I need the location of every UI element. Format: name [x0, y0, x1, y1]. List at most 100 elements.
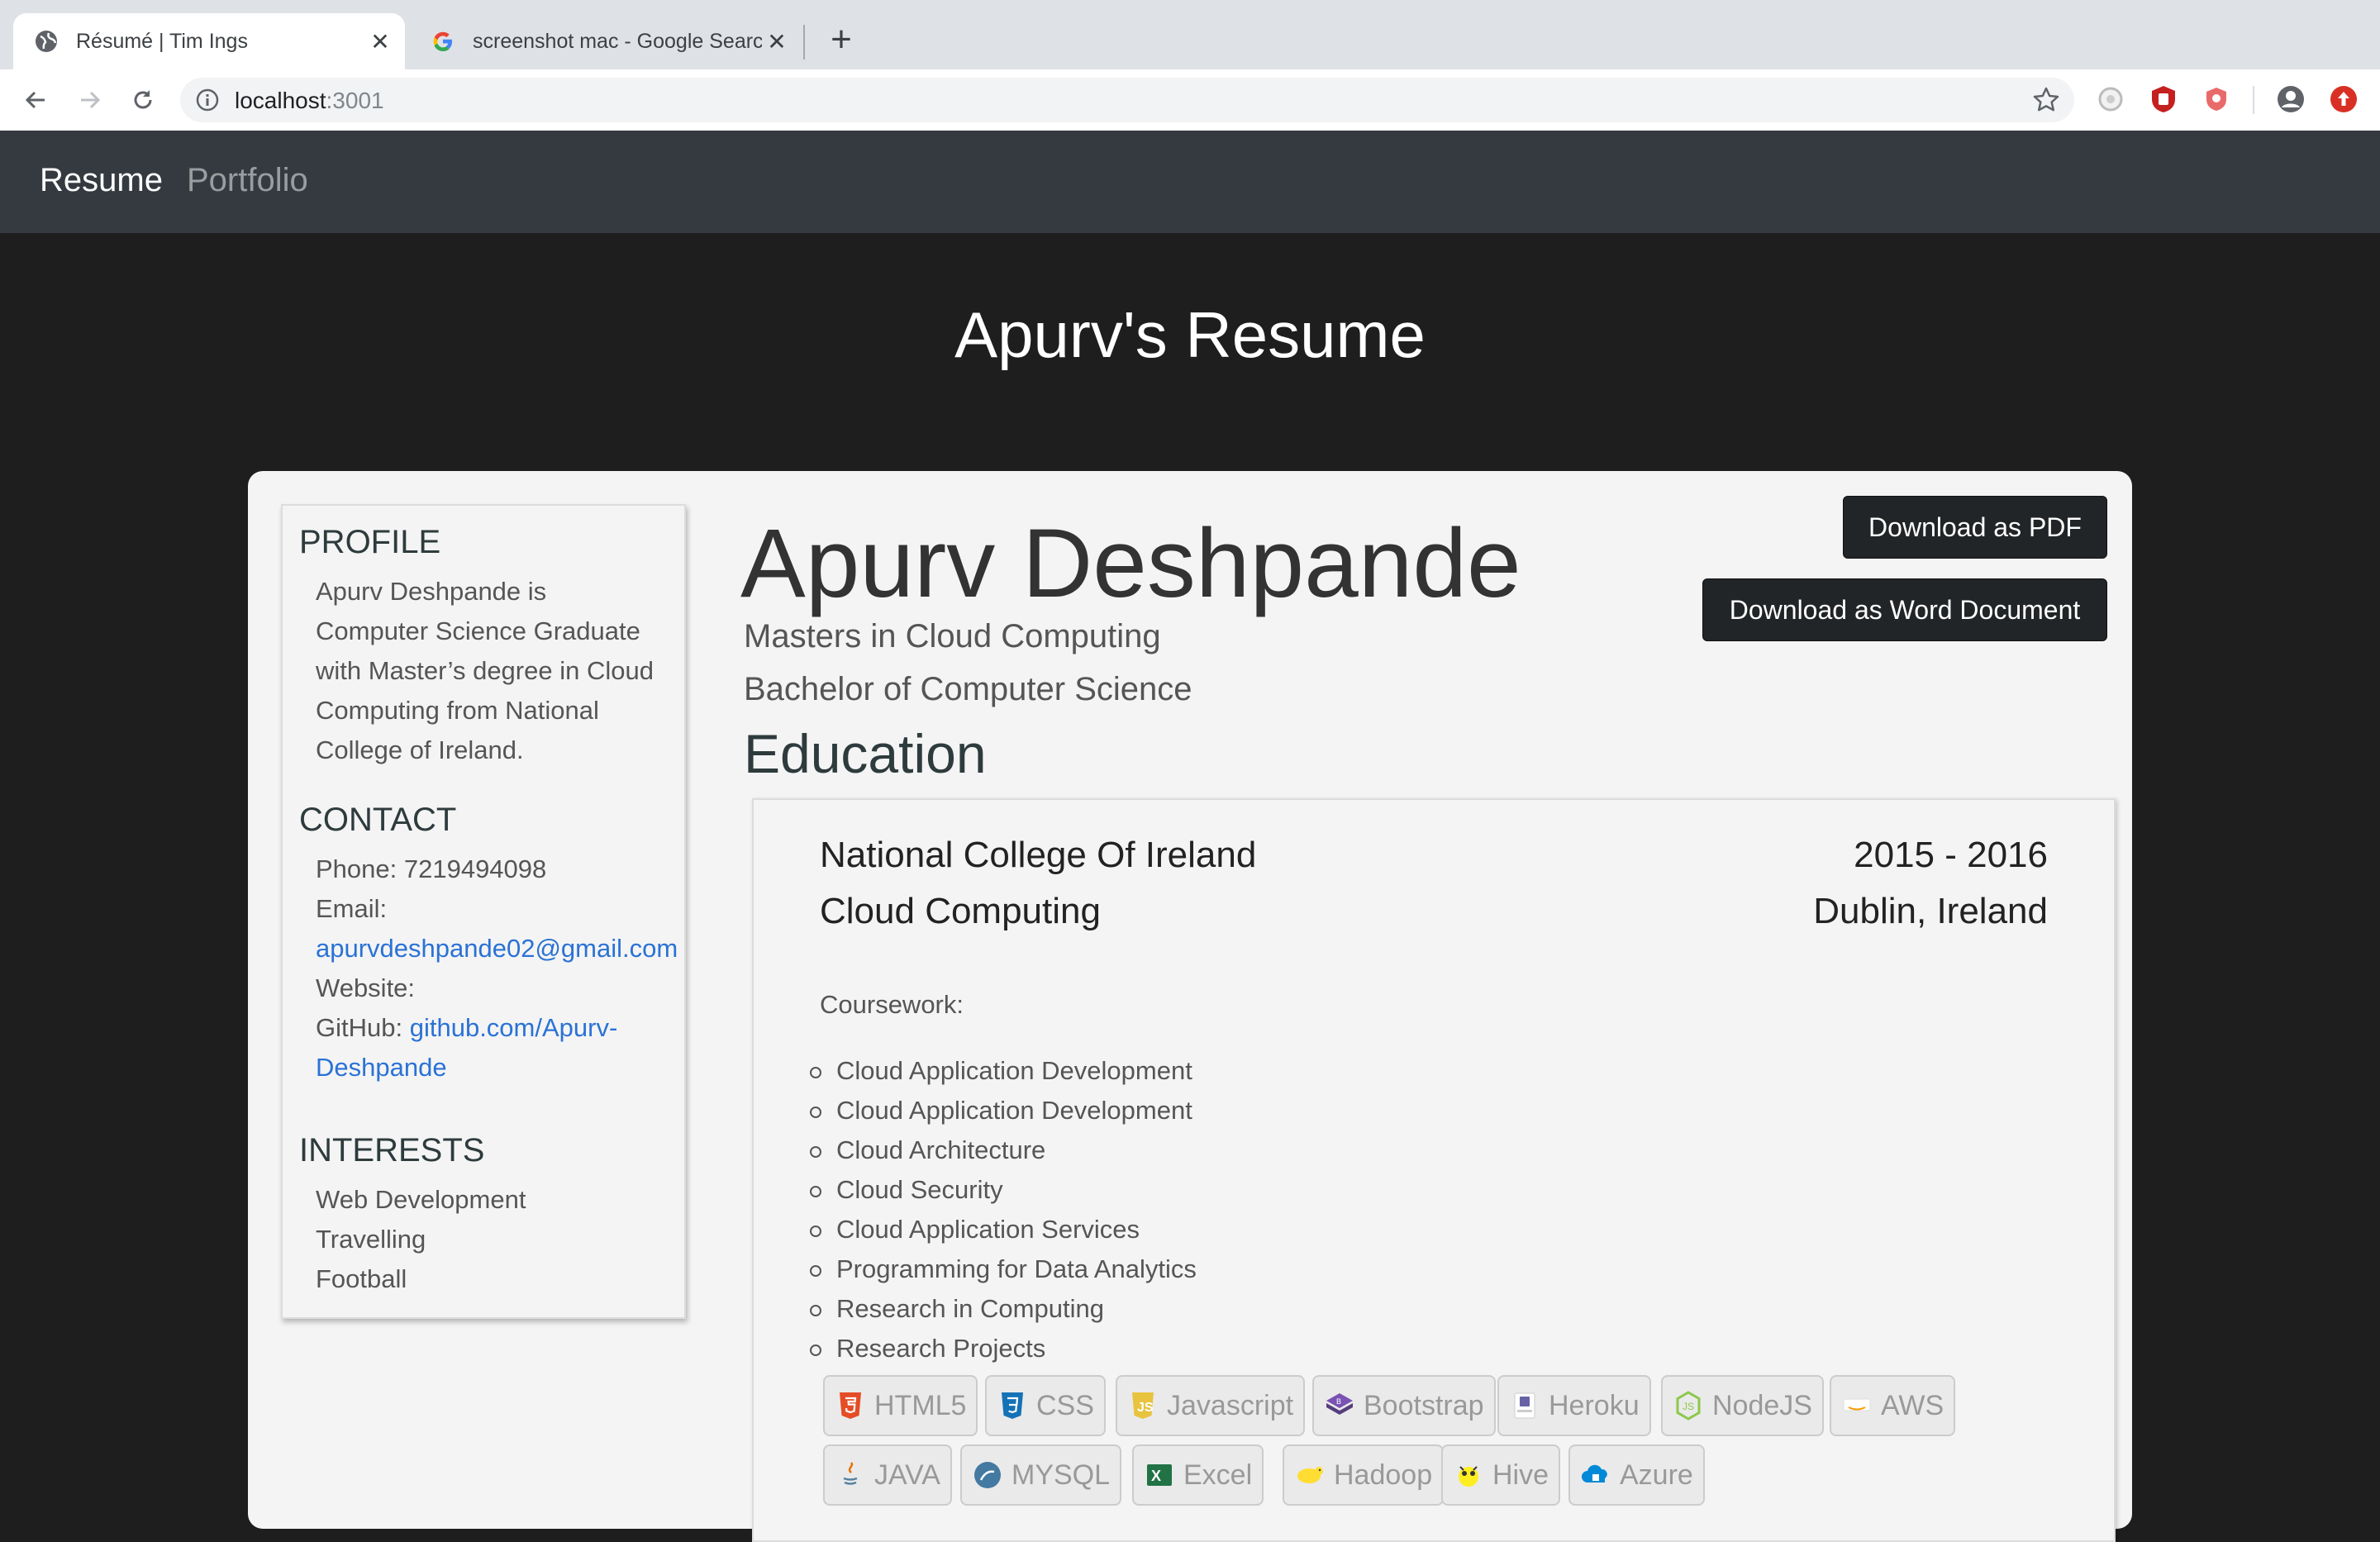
- close-tab-icon[interactable]: ✕: [762, 26, 792, 56]
- course-item: Cloud Application Development: [803, 1051, 1197, 1091]
- forward-arrow-icon[interactable]: [71, 81, 109, 119]
- azure-icon: [1580, 1459, 1611, 1491]
- bootstrap-icon: B: [1324, 1390, 1355, 1421]
- contact-website-label: Website:: [316, 973, 416, 1002]
- skill-badge-mysql: MYSQL: [960, 1444, 1122, 1506]
- nav-link-portfolio[interactable]: Portfolio: [187, 162, 308, 199]
- interests-heading: INTERESTS: [299, 1132, 485, 1168]
- privacy-shield-icon[interactable]: [2200, 83, 2233, 116]
- reload-icon[interactable]: [124, 81, 162, 119]
- resume-card: PROFILE Apurv Deshpande is Computer Scie…: [248, 471, 2132, 1542]
- profile-heading: PROFILE: [299, 524, 441, 560]
- address-bar[interactable]: localhost:3001: [180, 78, 2074, 122]
- site-info-icon[interactable]: [193, 86, 221, 114]
- contact-phone: Phone: 7219494098: [316, 854, 547, 883]
- course-list: Cloud Application Development Cloud Appl…: [803, 1051, 1197, 1368]
- css3-icon: [997, 1390, 1028, 1421]
- education-years: 2015 - 2016: [1854, 835, 2048, 875]
- skill-badge-nodejs: JS NodeJS: [1661, 1375, 1824, 1436]
- url-host: localhost: [235, 88, 326, 113]
- candidate-name: Apurv Deshpande: [740, 509, 1521, 618]
- skill-label: Excel: [1183, 1459, 1253, 1491]
- update-arrow-icon[interactable]: [2327, 83, 2360, 116]
- profile-avatar-icon[interactable]: [2274, 83, 2307, 116]
- skill-label: MYSQL: [1011, 1459, 1111, 1491]
- skill-badge-heroku: Heroku: [1497, 1375, 1651, 1436]
- course-item: Research Projects: [803, 1329, 1197, 1368]
- profile-line: Computing from National: [316, 696, 599, 725]
- site-navbar: Resume Portfolio: [0, 131, 2380, 233]
- contact-email-link[interactable]: apurvdeshpande02@gmail.com: [316, 929, 678, 969]
- nodejs-icon: JS: [1673, 1390, 1704, 1421]
- program-name: Cloud Computing: [820, 891, 1101, 931]
- education-entry: National College Of Ireland 2015 - 2016 …: [752, 798, 2116, 1542]
- svg-text:B: B: [1336, 1397, 1341, 1406]
- download-word-button[interactable]: Download as Word Document: [1702, 578, 2107, 641]
- skill-badge-javascript: JS Javascript: [1116, 1375, 1306, 1436]
- browser-tab-google[interactable]: screenshot mac - Google Searc ✕: [410, 13, 802, 69]
- globe-icon: [33, 28, 60, 55]
- hadoop-icon: [1294, 1459, 1326, 1491]
- github-link-continued[interactable]: Deshpande: [316, 1048, 447, 1087]
- skill-badge-hadoop: Hadoop: [1283, 1444, 1445, 1506]
- skill-badge-azure: Azure: [1568, 1444, 1705, 1506]
- bookmark-star-icon[interactable]: [2031, 85, 2061, 115]
- java-icon: [835, 1459, 866, 1491]
- ublock-shield-icon[interactable]: [2147, 83, 2180, 116]
- profile-line: Apurv Deshpande is: [316, 577, 547, 606]
- skill-badge-java: JAVA: [823, 1444, 952, 1506]
- nav-link-resume[interactable]: Resume: [40, 162, 163, 199]
- skill-label: Azure: [1620, 1459, 1693, 1491]
- profile-line: with Master’s degree in Cloud: [316, 656, 654, 685]
- tab-title: Résumé | Tim Ings: [76, 29, 248, 53]
- contact-email-label: Email:: [316, 894, 388, 923]
- toolbar-divider: [2253, 86, 2254, 114]
- svg-text:JS: JS: [1683, 1401, 1694, 1412]
- url-port: :3001: [326, 88, 384, 113]
- contact-github: GitHub: github.com/Apurv-: [316, 1008, 617, 1048]
- interest-item: Web Development: [316, 1185, 526, 1214]
- skill-badge-css: CSS: [985, 1375, 1106, 1436]
- google-icon: [430, 28, 456, 55]
- new-tab-plus-icon[interactable]: +: [823, 19, 859, 59]
- address-url: localhost:3001: [235, 88, 384, 114]
- course-item: Cloud Architecture: [803, 1130, 1197, 1170]
- degree-bachelors: Bachelor of Computer Science: [744, 671, 1192, 707]
- course-item: Research in Computing: [803, 1289, 1197, 1329]
- svg-text:JS: JS: [1137, 1401, 1154, 1415]
- skill-label: HTML5: [874, 1389, 967, 1421]
- browser-tab-resume[interactable]: Résumé | Tim Ings ✕: [13, 13, 405, 69]
- svg-text:X: X: [1151, 1468, 1161, 1484]
- profile-line: College of Ireland.: [316, 735, 524, 764]
- aws-icon: [1841, 1390, 1873, 1421]
- course-item: Cloud Security: [803, 1170, 1197, 1210]
- tab-divider: [803, 25, 805, 59]
- skill-badge-html5: HTML5: [823, 1375, 978, 1436]
- hive-icon: [1453, 1459, 1484, 1491]
- course-item: Programming for Data Analytics: [803, 1249, 1197, 1289]
- close-tab-icon[interactable]: ✕: [365, 26, 395, 56]
- degree-masters: Masters in Cloud Computing: [744, 618, 1161, 654]
- page-title: Apurv's Resume: [954, 298, 1426, 371]
- skill-badge-aws: AWS: [1830, 1375, 1956, 1436]
- skill-label: Heroku: [1549, 1389, 1640, 1421]
- contact-heading: CONTACT: [299, 802, 457, 838]
- excel-icon: X: [1144, 1459, 1175, 1491]
- skill-badge-excel: X Excel: [1132, 1444, 1264, 1506]
- download-pdf-button[interactable]: Download as PDF: [1843, 496, 2107, 559]
- skill-label: JAVA: [874, 1459, 940, 1491]
- skill-label: CSS: [1036, 1389, 1094, 1421]
- skill-label: Hive: [1492, 1459, 1549, 1491]
- html5-icon: [835, 1390, 866, 1421]
- github-label: GitHub:: [316, 1013, 403, 1042]
- skill-label: Javascript: [1167, 1389, 1294, 1421]
- github-link[interactable]: github.com/Apurv-: [410, 1013, 618, 1042]
- interest-item: Football: [316, 1264, 407, 1293]
- skill-label: AWS: [1881, 1389, 1944, 1421]
- skill-label: Hadoop: [1334, 1459, 1433, 1491]
- interest-item: Travelling: [316, 1225, 426, 1254]
- course-item: Cloud Application Services: [803, 1210, 1197, 1249]
- extension-capture-icon[interactable]: [2094, 83, 2127, 116]
- back-arrow-icon[interactable]: [17, 81, 55, 119]
- skill-label: NodeJS: [1712, 1389, 1812, 1421]
